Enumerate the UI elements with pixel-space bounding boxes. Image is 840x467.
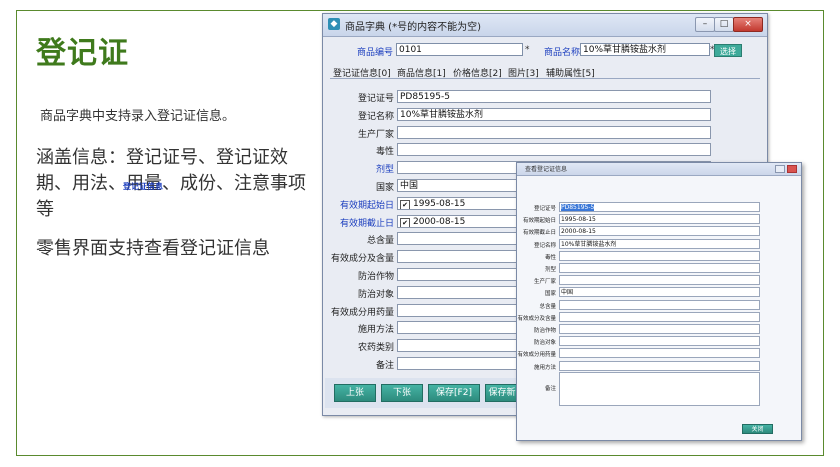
dialog-field-label: 总含量 <box>539 304 556 310</box>
dialog-field-input[interactable]: 1995-08-15 <box>559 214 760 224</box>
field-label: 施用方法 <box>357 325 394 335</box>
slide-retail-text: 零售界面支持查看登记证信息 <box>36 238 270 259</box>
dialog-field-label: 登记名称 <box>533 243 556 249</box>
dialog-field-value: PD85195-5 <box>561 204 595 211</box>
dialog-field-value: 1995-08-15 <box>561 216 596 223</box>
dialog-title: 查看登记证信息 <box>525 166 568 173</box>
field-label: 国家 <box>375 183 394 193</box>
save-button[interactable]: 保存[F2] <box>428 384 480 402</box>
dialog-field-input[interactable]: PD85195-5 <box>559 202 760 212</box>
field-label: 防治对象 <box>357 290 394 300</box>
field-label: 登记名称 <box>357 112 394 122</box>
dialog-field-label: 剂型 <box>544 267 556 273</box>
dialog-field-value: 2000-08-15 <box>561 228 596 235</box>
dialog-note-label: 备注 <box>544 386 556 392</box>
dialog-field-input[interactable]: 中国 <box>559 287 760 297</box>
dialog-field-input[interactable] <box>559 263 760 273</box>
dialog-field-label: 施用方法 <box>533 365 556 371</box>
field-label: 毒性 <box>375 147 394 157</box>
field-label: 有效期起始日 <box>339 201 394 211</box>
field-label: 农药类别 <box>357 343 394 353</box>
field-value: 2000-08-15 <box>413 217 466 227</box>
minimize-button[interactable]: – <box>695 17 715 32</box>
dialog-field-label: 防治对象 <box>533 340 556 346</box>
field-label: 剂型 <box>375 165 394 175</box>
field-input[interactable]: PD85195-5 <box>397 90 711 103</box>
dialog-field-label: 生产厂家 <box>533 279 556 285</box>
slide-title: 登记证 <box>36 36 129 71</box>
prev-button[interactable]: 上张 <box>334 384 376 402</box>
dialog-field-input[interactable] <box>559 348 760 358</box>
field-input[interactable] <box>397 143 711 156</box>
dialog-minimize-button[interactable] <box>775 165 785 173</box>
dialog-field-label: 防治作物 <box>533 328 556 334</box>
dialog-close-icon[interactable] <box>787 165 797 173</box>
close-button[interactable]: × <box>733 17 763 32</box>
dialog-field-label: 登记证号 <box>533 206 556 212</box>
dialog-field-input[interactable] <box>559 336 760 346</box>
field-label: 有效期截止日 <box>339 219 394 229</box>
dialog-field-label: 毒性 <box>544 255 556 261</box>
product-code-label: 商品编号 <box>357 48 394 58</box>
dialog-field-value: 10%草甘膦铵盐水剂 <box>561 241 617 248</box>
dialog-field-label: 有效成分及含量 <box>517 316 556 322</box>
dialog-close-button[interactable]: 关闭 <box>742 424 773 434</box>
dialog-field-input[interactable] <box>559 251 760 261</box>
window-titlebar[interactable]: ◆ 商品字典 (*号的内容不能为空) – □ × <box>323 14 767 37</box>
dialog-field-label: 有效成分用药量 <box>517 352 556 358</box>
field-label: 有效成分用药量 <box>330 308 394 318</box>
product-code-input[interactable]: 0101 <box>396 43 523 56</box>
dialog-field-label: 有效期起始日 <box>522 218 556 224</box>
field-label: 登记证号 <box>357 94 394 104</box>
field-input[interactable] <box>397 126 711 139</box>
dialog-field-input[interactable]: 10%草甘膦铵盐水剂 <box>559 239 760 249</box>
dialog-field-input[interactable] <box>559 361 760 371</box>
field-value: 1995-08-15 <box>413 199 466 209</box>
required-mark: * <box>525 45 530 55</box>
slide-intro: 商品字典中支持录入登记证信息。 <box>40 109 236 124</box>
dialog-field-input[interactable] <box>559 300 760 310</box>
product-name-label: 商品名称 <box>544 48 581 58</box>
field-input[interactable]: 10%草甘膦铵盐水剂 <box>397 108 711 121</box>
date-checkbox[interactable]: ✔ <box>400 200 410 209</box>
field-label: 有效成分及含量 <box>330 254 394 264</box>
date-checkbox[interactable]: ✔ <box>400 218 410 227</box>
dialog-field-value: 中国 <box>561 289 574 296</box>
maximize-button[interactable]: □ <box>714 17 734 32</box>
field-label: 生产厂家 <box>357 130 394 140</box>
select-button[interactable]: 选择 <box>714 44 742 57</box>
field-label: 总含量 <box>366 236 394 246</box>
product-name-input[interactable]: 10%草甘膦铵盐水剂 <box>580 43 710 56</box>
dialog-titlebar[interactable]: 查看登记证信息 <box>517 163 801 176</box>
dialog-field-label: 国家 <box>544 291 556 297</box>
field-label: 防治作物 <box>357 272 394 282</box>
field-label: 备注 <box>375 361 394 371</box>
dialog-field-label: 有效期截止日 <box>522 230 556 236</box>
dialog-field-input[interactable] <box>559 275 760 285</box>
window-title: 商品字典 (*号的内容不能为空) <box>345 22 481 33</box>
dialog-heading: 登记证信息 <box>123 182 163 191</box>
dialog-field-input[interactable] <box>559 312 760 322</box>
tab-divider <box>330 78 760 79</box>
app-icon: ◆ <box>328 18 340 30</box>
dialog-note-field[interactable] <box>559 372 760 406</box>
next-button[interactable]: 下张 <box>381 384 423 402</box>
dialog-field-input[interactable] <box>559 324 760 334</box>
dialog-field-input[interactable]: 2000-08-15 <box>559 226 760 236</box>
